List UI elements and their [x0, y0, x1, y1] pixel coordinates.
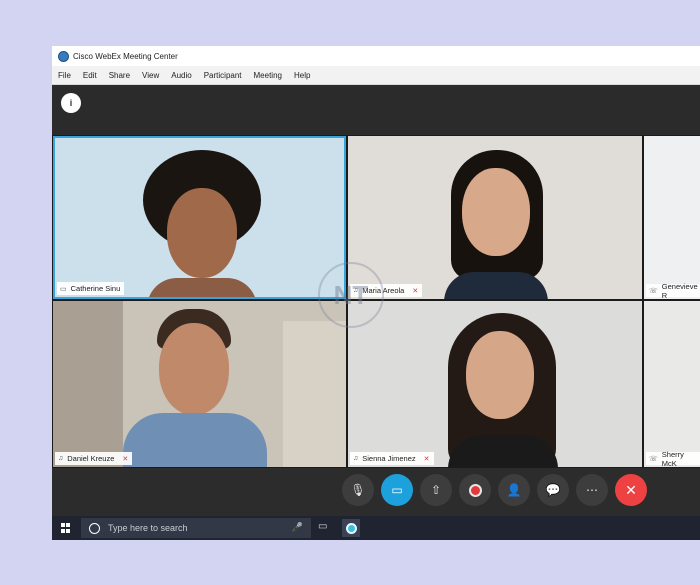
participants-button[interactable]: 👤 — [498, 474, 530, 506]
taskbar-search-input[interactable]: Type here to search 🎤 — [81, 518, 311, 538]
meeting-toolbar: i — [52, 85, 700, 135]
info-button[interactable]: i — [61, 93, 81, 113]
video-tile-catherine[interactable]: ▭ Catherine Sinu — [53, 136, 346, 299]
call-controls: 🎙 ▭ ⇧ 👤 💬 ⋯ ✕ — [52, 468, 700, 516]
chat-button[interactable]: 💬 — [537, 474, 569, 506]
menu-file[interactable]: File — [58, 71, 71, 80]
microphone-icon[interactable]: 🎤 — [292, 522, 303, 533]
share-button[interactable]: ⇧ — [420, 474, 452, 506]
microphone-muted-icon: 🎙 — [350, 483, 366, 497]
task-view-icon[interactable]: ▭ — [318, 521, 327, 532]
participant-name: Sienna Jimenez — [362, 454, 416, 463]
participant-label: ▭ Catherine Sinu — [57, 282, 125, 295]
search-placeholder: Type here to search — [108, 523, 188, 533]
participant-face — [159, 323, 229, 415]
participant-body — [123, 413, 267, 467]
leave-button[interactable]: ✕ — [615, 474, 647, 506]
watermark-logo: NT — [318, 262, 384, 328]
video-tile-sienna[interactable]: ♫ Sienna Jimenez ✕ — [348, 301, 642, 467]
background-wall — [283, 321, 346, 467]
participant-name: Sherry McK — [661, 449, 684, 468]
participant-name: Daniel Kreuze — [67, 454, 115, 463]
windows-taskbar: Type here to search 🎤 ▭ — [52, 516, 700, 540]
microphone-muted-icon: ✕ — [122, 455, 129, 463]
ellipsis-icon: ⋯ — [586, 483, 598, 497]
menu-view[interactable]: View — [142, 71, 159, 80]
video-tile-maria[interactable]: ♫ Maria Areola ✕ — [348, 136, 642, 299]
participant-label: ☏ Sherry McK — [646, 449, 700, 468]
background-window — [53, 301, 123, 467]
menu-help[interactable]: Help — [294, 71, 310, 80]
record-button[interactable] — [459, 474, 491, 506]
menu-bar: File Edit Share View Audio Participant M… — [52, 66, 700, 85]
webex-logo-icon — [58, 50, 69, 62]
phone-icon: ☏ — [649, 455, 658, 463]
camera-icon: ▭ — [391, 483, 403, 497]
participant-face — [466, 331, 534, 419]
menu-participant[interactable]: Participant — [204, 71, 242, 80]
record-icon — [468, 483, 482, 497]
participant-label: ☏ Genevieve R — [646, 281, 700, 300]
chat-bubble-icon: 💬 — [545, 483, 561, 497]
windows-start-icon[interactable] — [61, 523, 71, 533]
microphone-muted-icon: ✕ — [412, 287, 419, 295]
window-title: Cisco WebEx Meeting Center — [73, 51, 178, 61]
participant-name: Genevieve R — [661, 281, 698, 300]
info-icon: i — [69, 98, 73, 108]
title-bar: Cisco WebEx Meeting Center — [52, 46, 700, 66]
add-person-icon: 👤 — [506, 483, 522, 497]
microphone-muted-icon: ✕ — [423, 455, 430, 463]
phone-icon: ☏ — [649, 287, 658, 295]
video-tile-sherry[interactable]: ☏ Sherry McK — [644, 301, 700, 467]
webex-app-icon — [345, 522, 357, 534]
menu-share[interactable]: Share — [109, 71, 130, 80]
participant-body — [444, 272, 548, 299]
menu-edit[interactable]: Edit — [83, 71, 97, 80]
participant-face — [167, 188, 237, 278]
participant-label: ♫ Daniel Kreuze ✕ — [55, 452, 133, 465]
close-icon: ✕ — [625, 481, 637, 498]
taskbar-webex-app[interactable] — [342, 519, 360, 537]
watermark-text: NT — [333, 279, 369, 310]
menu-audio[interactable]: Audio — [171, 71, 191, 80]
video-button[interactable]: ▭ — [381, 474, 413, 506]
participant-label: ♫ Sienna Jimenez ✕ — [350, 452, 434, 465]
headset-icon: ♫ — [353, 455, 359, 462]
mute-button[interactable]: 🎙 — [342, 474, 374, 506]
menu-meeting[interactable]: Meeting — [254, 71, 282, 80]
participant-face — [462, 168, 530, 256]
upload-icon: ⇧ — [430, 483, 442, 497]
video-tile-daniel[interactable]: ♫ Daniel Kreuze ✕ — [53, 301, 346, 467]
more-button[interactable]: ⋯ — [576, 474, 608, 506]
headset-icon: ♫ — [58, 455, 64, 462]
video-tile-genevieve[interactable]: ☏ Genevieve R — [644, 136, 700, 299]
participant-body — [448, 435, 558, 467]
participant-body — [147, 278, 257, 297]
monitor-icon: ▭ — [60, 285, 67, 293]
search-icon — [89, 522, 100, 534]
participant-name: Catherine Sinu — [70, 284, 121, 293]
